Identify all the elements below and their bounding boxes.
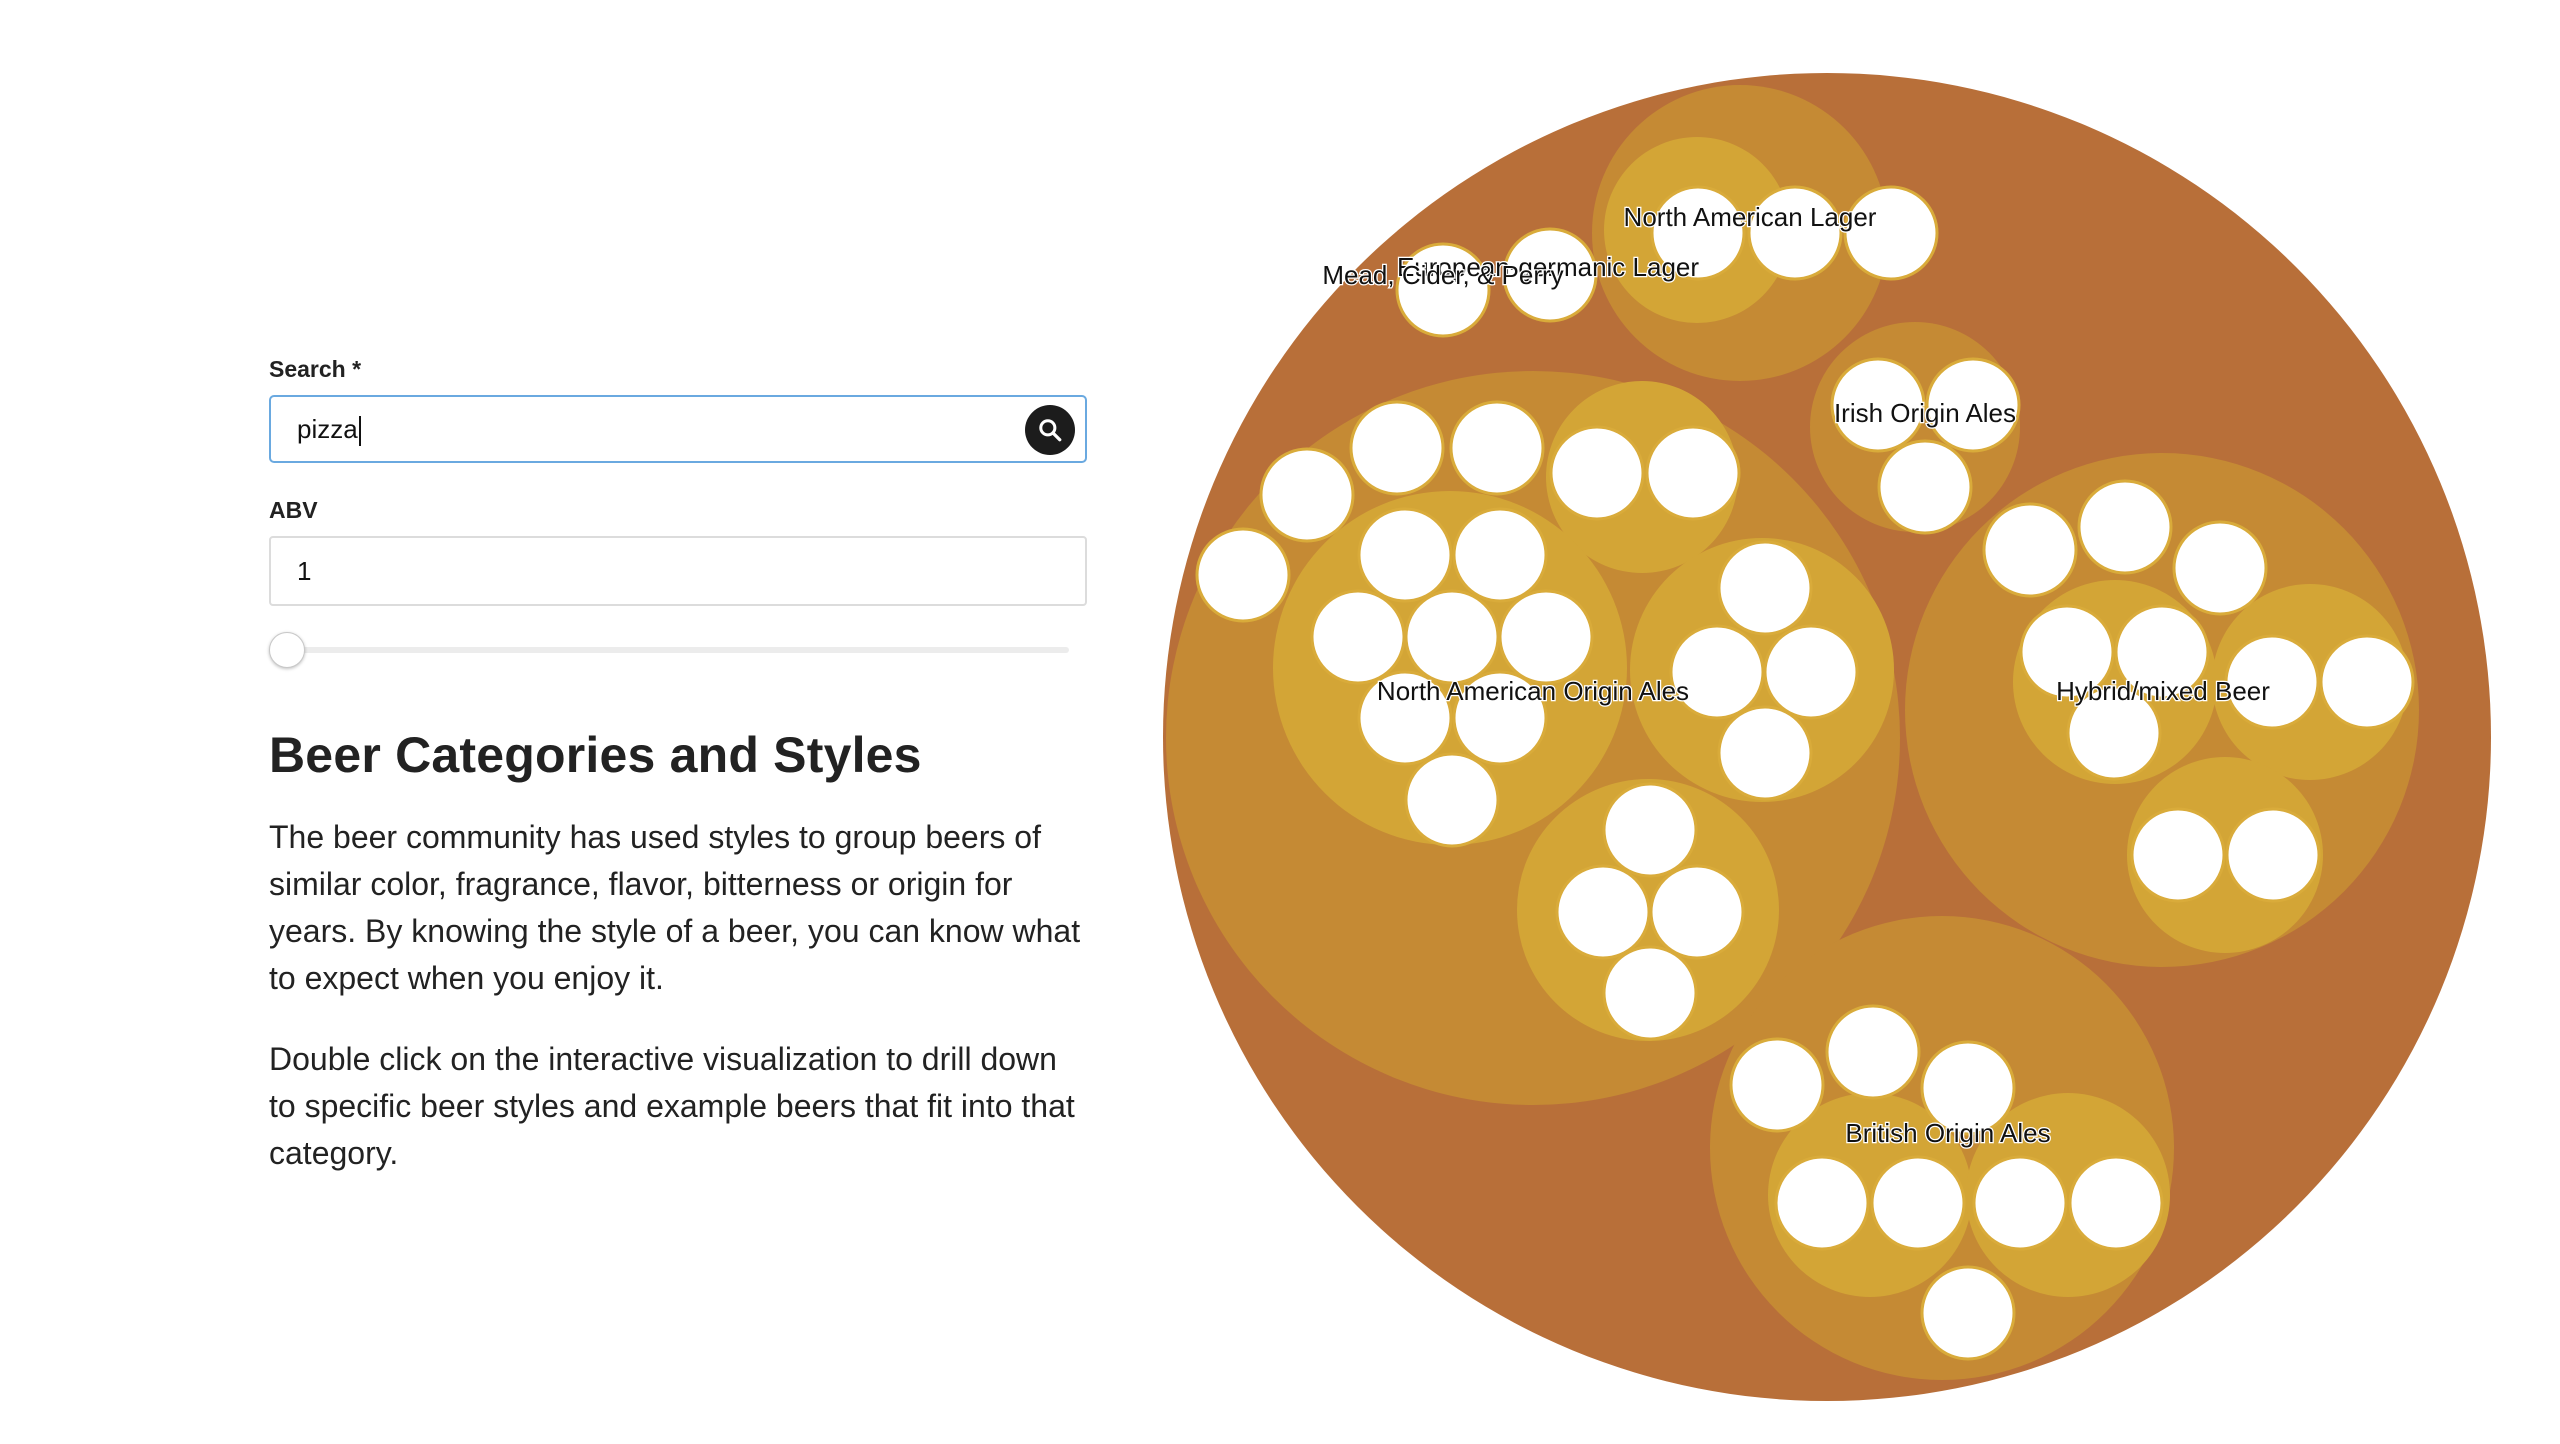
beer-leaf-circle[interactable] bbox=[1602, 782, 1698, 878]
beer-leaf-circle[interactable] bbox=[1870, 1155, 1966, 1251]
beer-leaf-circle[interactable] bbox=[2172, 520, 2268, 616]
search-label: Search * bbox=[269, 356, 362, 382]
label-north-american-lager[interactable]: North American Lager bbox=[1622, 201, 1878, 234]
beer-leaf-circle[interactable] bbox=[1825, 1004, 1921, 1100]
beer-leaf-circle[interactable] bbox=[1877, 439, 1973, 535]
label-hybrid-mixed-beer[interactable]: Hybrid/mixed Beer bbox=[2055, 675, 2272, 708]
beer-leaf-circle[interactable] bbox=[1717, 540, 1813, 636]
label-british-origin-ales[interactable]: British Origin Ales bbox=[1844, 1117, 2052, 1150]
search-value-text: pizza bbox=[297, 414, 358, 444]
page-title: Beer Categories and Styles bbox=[269, 727, 922, 783]
beer-category-visualization[interactable]: North American Lager European-germanic L… bbox=[1150, 60, 2500, 1425]
abv-slider[interactable] bbox=[269, 632, 1069, 668]
abv-slider-track[interactable] bbox=[269, 647, 1069, 653]
beer-leaf-circle[interactable] bbox=[1357, 507, 1453, 603]
abv-input[interactable]: 1 bbox=[269, 536, 1087, 606]
beer-leaf-circle[interactable] bbox=[1349, 400, 1445, 496]
beer-leaf-circle[interactable] bbox=[1729, 1037, 1825, 1133]
beer-leaf-circle[interactable] bbox=[1310, 589, 1406, 685]
intro-paragraph: The beer community has used styles to gr… bbox=[269, 819, 1081, 996]
beer-leaf-circle[interactable] bbox=[1920, 1265, 2016, 1361]
beer-leaf-circle[interactable] bbox=[1774, 1155, 1870, 1251]
beer-leaf-circle[interactable] bbox=[1602, 945, 1698, 1041]
beer-leaf-circle[interactable] bbox=[2130, 807, 2226, 903]
beer-leaf-circle[interactable] bbox=[1449, 400, 1545, 496]
filter-panel: Search * pizza ABV 1 Beer Categories and… bbox=[269, 350, 1087, 1177]
abv-label: ABV bbox=[269, 497, 318, 523]
beer-leaf-circle[interactable] bbox=[1555, 864, 1651, 960]
beer-leaf-circle[interactable] bbox=[1747, 185, 1843, 281]
beer-leaf-circle[interactable] bbox=[1259, 447, 1355, 543]
label-mead-cider-perry[interactable]: Mead, Cider, & Perry bbox=[1321, 259, 1565, 292]
beer-leaf-circle[interactable] bbox=[2319, 634, 2415, 730]
label-north-american-origin-ales[interactable]: North American Origin Ales bbox=[1376, 675, 1691, 708]
beer-leaf-circle[interactable] bbox=[1843, 185, 1939, 281]
abv-slider-thumb[interactable] bbox=[269, 632, 305, 668]
beer-leaf-circle[interactable] bbox=[1717, 705, 1813, 801]
beer-leaf-circle[interactable] bbox=[2077, 479, 2173, 575]
beer-leaf-circle[interactable] bbox=[1195, 527, 1291, 623]
circle-pack-chart[interactable]: North American Lager European-germanic L… bbox=[1150, 60, 2500, 1420]
beer-leaf-circle[interactable] bbox=[2225, 807, 2321, 903]
beer-leaf-circle[interactable] bbox=[2068, 1155, 2164, 1251]
beer-leaf-circle[interactable] bbox=[1452, 507, 1548, 603]
beer-leaf-circle[interactable] bbox=[1972, 1155, 2068, 1251]
beer-leaf-circle[interactable] bbox=[1549, 425, 1645, 521]
beer-leaf-circle[interactable] bbox=[1404, 752, 1500, 848]
beer-leaf-circle[interactable] bbox=[1645, 425, 1741, 521]
instructions-paragraph: Double click on the interactive visualiz… bbox=[269, 1041, 1075, 1171]
label-irish-origin-ales[interactable]: Irish Origin Ales bbox=[1833, 397, 2018, 430]
text-caret bbox=[358, 416, 361, 447]
beer-leaf-circle[interactable] bbox=[1404, 589, 1500, 685]
beer-leaf-circle[interactable] bbox=[1649, 864, 1745, 960]
search-icon bbox=[1039, 419, 1062, 442]
beer-leaf-circle[interactable] bbox=[1763, 624, 1859, 720]
search-input[interactable]: pizza bbox=[269, 395, 1087, 463]
beer-leaf-circle[interactable] bbox=[1982, 502, 2078, 598]
search-button[interactable] bbox=[1025, 405, 1075, 455]
search-input-value[interactable]: pizza bbox=[297, 397, 361, 461]
beer-leaf-circle[interactable] bbox=[1498, 589, 1594, 685]
